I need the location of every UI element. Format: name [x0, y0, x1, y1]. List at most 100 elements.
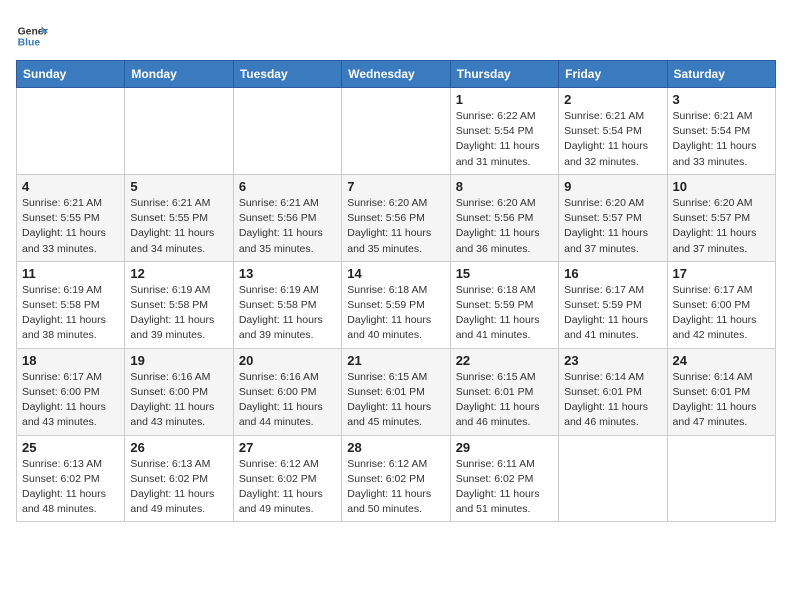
day-info: Sunrise: 6:18 AM Sunset: 5:59 PM Dayligh… [347, 283, 444, 344]
day-number: 20 [239, 353, 336, 368]
day-number: 5 [130, 179, 227, 194]
calendar-cell: 18 Sunrise: 6:17 AM Sunset: 6:00 PM Dayli… [17, 348, 125, 435]
day-info: Sunrise: 6:18 AM Sunset: 5:59 PM Dayligh… [456, 283, 553, 344]
calendar-week-row: 25 Sunrise: 6:13 AM Sunset: 6:02 PM Dayli… [17, 435, 776, 522]
day-info: Sunrise: 6:17 AM Sunset: 5:59 PM Dayligh… [564, 283, 661, 344]
calendar-cell: 5 Sunrise: 6:21 AM Sunset: 5:55 PM Daylig… [125, 174, 233, 261]
day-info: Sunrise: 6:17 AM Sunset: 6:00 PM Dayligh… [673, 283, 770, 344]
calendar-cell: 8 Sunrise: 6:20 AM Sunset: 5:56 PM Daylig… [450, 174, 558, 261]
day-header-wednesday: Wednesday [342, 61, 450, 88]
calendar-cell: 16 Sunrise: 6:17 AM Sunset: 5:59 PM Dayli… [559, 261, 667, 348]
day-info: Sunrise: 6:20 AM Sunset: 5:57 PM Dayligh… [673, 196, 770, 257]
day-info: Sunrise: 6:17 AM Sunset: 6:00 PM Dayligh… [22, 370, 119, 431]
calendar-week-row: 18 Sunrise: 6:17 AM Sunset: 6:00 PM Dayli… [17, 348, 776, 435]
calendar-cell: 12 Sunrise: 6:19 AM Sunset: 5:58 PM Dayli… [125, 261, 233, 348]
day-number: 9 [564, 179, 661, 194]
calendar-week-row: 4 Sunrise: 6:21 AM Sunset: 5:55 PM Daylig… [17, 174, 776, 261]
day-number: 13 [239, 266, 336, 281]
calendar-cell: 14 Sunrise: 6:18 AM Sunset: 5:59 PM Dayli… [342, 261, 450, 348]
calendar-cell [233, 88, 341, 175]
day-header-tuesday: Tuesday [233, 61, 341, 88]
day-info: Sunrise: 6:20 AM Sunset: 5:56 PM Dayligh… [456, 196, 553, 257]
calendar-cell: 22 Sunrise: 6:15 AM Sunset: 6:01 PM Dayli… [450, 348, 558, 435]
calendar-cell: 20Sunrise: 6:16 AM Sunset: 6:00 PM Dayli… [233, 348, 341, 435]
day-header-sunday: Sunday [17, 61, 125, 88]
day-info: Sunrise: 6:21 AM Sunset: 5:55 PM Dayligh… [130, 196, 227, 257]
day-info: Sunrise: 6:21 AM Sunset: 5:54 PM Dayligh… [564, 109, 661, 170]
day-number: 7 [347, 179, 444, 194]
day-number: 11 [22, 266, 119, 281]
day-info: Sunrise: 6:15 AM Sunset: 6:01 PM Dayligh… [456, 370, 553, 431]
day-info: Sunrise: 6:13 AM Sunset: 6:02 PM Dayligh… [130, 457, 227, 518]
calendar-cell: 13 Sunrise: 6:19 AM Sunset: 5:58 PM Dayli… [233, 261, 341, 348]
day-info: Sunrise: 6:14 AM Sunset: 6:01 PM Dayligh… [564, 370, 661, 431]
day-number: 18 [22, 353, 119, 368]
svg-text:Blue: Blue [18, 38, 41, 49]
calendar-cell [125, 88, 233, 175]
day-info: Sunrise: 6:11 AM Sunset: 6:02 PM Dayligh… [456, 457, 553, 518]
calendar-cell: 15 Sunrise: 6:18 AM Sunset: 5:59 PM Dayli… [450, 261, 558, 348]
day-info: Sunrise: 6:21 AM Sunset: 5:56 PM Dayligh… [239, 196, 336, 257]
logo: General Blue [16, 20, 24, 52]
day-info: Sunrise: 6:22 AM Sunset: 5:54 PM Dayligh… [456, 109, 553, 170]
calendar-cell: 17 Sunrise: 6:17 AM Sunset: 6:00 PM Dayli… [667, 261, 775, 348]
day-info: Sunrise: 6:12 AM Sunset: 6:02 PM Dayligh… [347, 457, 444, 518]
day-number: 22 [456, 353, 553, 368]
day-info: Sunrise: 6:21 AM Sunset: 5:54 PM Dayligh… [673, 109, 770, 170]
calendar-cell: 1 Sunrise: 6:22 AM Sunset: 5:54 PM Daylig… [450, 88, 558, 175]
day-info: Sunrise: 6:19 AM Sunset: 5:58 PM Dayligh… [239, 283, 336, 344]
day-number: 17 [673, 266, 770, 281]
day-number: 10 [673, 179, 770, 194]
day-number: 23 [564, 353, 661, 368]
day-info: Sunrise: 6:14 AM Sunset: 6:01 PM Dayligh… [673, 370, 770, 431]
day-info: Sunrise: 6:19 AM Sunset: 5:58 PM Dayligh… [130, 283, 227, 344]
calendar-cell: 23 Sunrise: 6:14 AM Sunset: 6:01 PM Dayli… [559, 348, 667, 435]
calendar-cell [559, 435, 667, 522]
calendar-cell: 9 Sunrise: 6:20 AM Sunset: 5:57 PM Daylig… [559, 174, 667, 261]
calendar-cell: 10 Sunrise: 6:20 AM Sunset: 5:57 PM Dayli… [667, 174, 775, 261]
calendar-cell: 3Sunrise: 6:21 AM Sunset: 5:54 PM Daylig… [667, 88, 775, 175]
calendar-week-row: 1 Sunrise: 6:22 AM Sunset: 5:54 PM Daylig… [17, 88, 776, 175]
day-number: 25 [22, 440, 119, 455]
day-number: 21 [347, 353, 444, 368]
day-number: 15 [456, 266, 553, 281]
day-number: 24 [673, 353, 770, 368]
calendar-cell: 11 Sunrise: 6:19 AM Sunset: 5:58 PM Dayli… [17, 261, 125, 348]
day-number: 28 [347, 440, 444, 455]
calendar-cell: 24 Sunrise: 6:14 AM Sunset: 6:01 PM Dayli… [667, 348, 775, 435]
day-number: 14 [347, 266, 444, 281]
day-number: 16 [564, 266, 661, 281]
calendar-header-row: SundayMondayTuesdayWednesdayThursdayFrid… [17, 61, 776, 88]
calendar-cell: 28 Sunrise: 6:12 AM Sunset: 6:02 PM Dayli… [342, 435, 450, 522]
day-number: 8 [456, 179, 553, 194]
day-info: Sunrise: 6:19 AM Sunset: 5:58 PM Dayligh… [22, 283, 119, 344]
calendar-cell: 2 Sunrise: 6:21 AM Sunset: 5:54 PM Daylig… [559, 88, 667, 175]
day-header-friday: Friday [559, 61, 667, 88]
day-number: 29 [456, 440, 553, 455]
day-info: Sunrise: 6:12 AM Sunset: 6:02 PM Dayligh… [239, 457, 336, 518]
day-info: Sunrise: 6:13 AM Sunset: 6:02 PM Dayligh… [22, 457, 119, 518]
day-header-thursday: Thursday [450, 61, 558, 88]
page-header: General Blue [16, 16, 776, 52]
logo-icon: General Blue [16, 20, 48, 52]
day-number: 26 [130, 440, 227, 455]
day-info: Sunrise: 6:20 AM Sunset: 5:56 PM Dayligh… [347, 196, 444, 257]
calendar-cell: 7 Sunrise: 6:20 AM Sunset: 5:56 PM Daylig… [342, 174, 450, 261]
calendar-week-row: 11 Sunrise: 6:19 AM Sunset: 5:58 PM Dayli… [17, 261, 776, 348]
day-info: Sunrise: 6:16 AM Sunset: 6:00 PM Dayligh… [130, 370, 227, 431]
day-number: 19 [130, 353, 227, 368]
day-info: Sunrise: 6:20 AM Sunset: 5:57 PM Dayligh… [564, 196, 661, 257]
day-info: Sunrise: 6:21 AM Sunset: 5:55 PM Dayligh… [22, 196, 119, 257]
day-number: 2 [564, 92, 661, 107]
day-number: 27 [239, 440, 336, 455]
day-number: 1 [456, 92, 553, 107]
day-header-saturday: Saturday [667, 61, 775, 88]
day-number: 4 [22, 179, 119, 194]
calendar-cell: 19 Sunrise: 6:16 AM Sunset: 6:00 PM Dayli… [125, 348, 233, 435]
day-number: 12 [130, 266, 227, 281]
calendar-cell [342, 88, 450, 175]
day-number: 6 [239, 179, 336, 194]
calendar-cell: 21Sunrise: 6:15 AM Sunset: 6:01 PM Dayli… [342, 348, 450, 435]
calendar-table: SundayMondayTuesdayWednesdayThursdayFrid… [16, 60, 776, 522]
day-header-monday: Monday [125, 61, 233, 88]
